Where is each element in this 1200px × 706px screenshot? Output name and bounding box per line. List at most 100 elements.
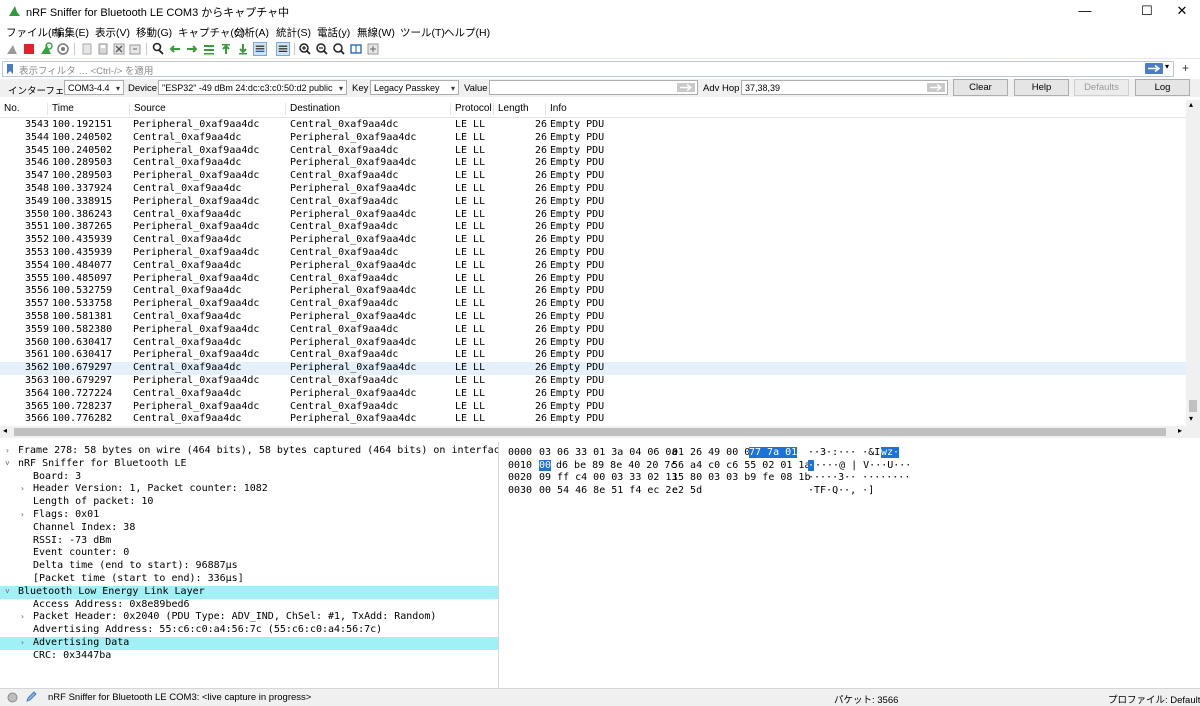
zoom-out-icon[interactable] — [315, 42, 329, 56]
resize-columns-icon[interactable] — [349, 42, 363, 56]
packet-row[interactable]: 3553 100.435939 Peripheral_0xaf9aa4dc Centr… — [0, 247, 1186, 260]
packet-row[interactable]: 3545 100.240502 Peripheral_0xaf9aa4dc Centr… — [0, 145, 1186, 158]
packet-row[interactable]: 3548 100.337924 Central_0xaf9aa4dc Peripher… — [0, 183, 1186, 196]
packet-details-tree[interactable]: › Frame 278: 58 bytes on wire (464 bits),… — [0, 442, 499, 688]
expand-all-icon[interactable] — [366, 42, 380, 56]
zoom-in-icon[interactable] — [298, 42, 312, 56]
adv-hop-input[interactable]: 37,38,39 — [741, 80, 948, 95]
defaults-button[interactable]: Defaults — [1074, 79, 1129, 96]
packet-row[interactable]: 3555 100.485097 Peripheral_0xaf9aa4dc Centr… — [0, 273, 1186, 286]
packet-row[interactable]: 3561 100.630417 Peripheral_0xaf9aa4dc Centr… — [0, 349, 1186, 362]
restart-capture-icon[interactable] — [39, 42, 53, 56]
shark-fin-start-icon[interactable] — [5, 42, 19, 56]
collapse-arrow-icon[interactable]: ˅ — [5, 459, 10, 469]
menu-analyze[interactable]: 分析(A) — [234, 25, 269, 40]
colorize-icon[interactable] — [276, 42, 290, 56]
scroll-down-icon[interactable]: ▾ — [1189, 414, 1193, 423]
detail-tree-item[interactable]: Channel Index: 38 — [0, 522, 498, 535]
go-last-icon[interactable] — [236, 42, 250, 56]
packet-row[interactable]: 3560 100.630417 Central_0xaf9aa4dc Peripher… — [0, 337, 1186, 350]
expand-arrow-icon[interactable]: › — [5, 446, 10, 455]
menu-edit[interactable]: 編集(E) — [54, 25, 89, 40]
interface-select[interactable]: COM3-4.4 ▾ — [64, 80, 124, 95]
display-filter-input[interactable]: 表示フィルタ … <Ctrl-/> を適用 — [19, 63, 153, 77]
packet-row[interactable]: 3549 100.338915 Peripheral_0xaf9aa4dc Centr… — [0, 196, 1186, 209]
packet-row[interactable]: 3566 100.776282 Central_0xaf9aa4dc Peripher… — [0, 413, 1186, 426]
log-button[interactable]: Log — [1135, 79, 1190, 96]
column-header-time[interactable]: Time — [48, 103, 130, 115]
packet-row[interactable]: 3565 100.728237 Peripheral_0xaf9aa4dc Centr… — [0, 401, 1186, 414]
packet-list[interactable]: No. Time Source Destination Protocol Len… — [0, 100, 1186, 426]
detail-tree-item[interactable]: Access Address: 0x8e89bed6 — [0, 599, 498, 612]
expand-arrow-icon[interactable]: › — [20, 638, 25, 647]
column-header-source[interactable]: Source — [130, 103, 286, 115]
scroll-up-icon[interactable]: ▴ — [1189, 100, 1193, 109]
menu-go[interactable]: 移動(G) — [136, 25, 172, 40]
scroll-left-icon[interactable]: ◂ — [3, 426, 7, 435]
expand-arrow-icon[interactable]: › — [20, 510, 25, 519]
go-forward-icon[interactable] — [185, 42, 199, 56]
status-profile[interactable]: プロファイル: Default — [1108, 692, 1200, 706]
detail-tree-item[interactable]: Length of packet: 10 — [0, 496, 498, 509]
go-first-icon[interactable] — [219, 42, 233, 56]
bookmark-icon[interactable] — [6, 64, 14, 74]
apply-arrow-icon[interactable] — [677, 83, 695, 92]
detail-tree-item[interactable]: Board: 3 — [0, 471, 498, 484]
scroll-thumb[interactable] — [1189, 400, 1197, 412]
detail-tree-item[interactable]: ˅ Bluetooth Low Energy Link Layer — [0, 585, 498, 599]
packet-row[interactable]: 3563 100.679297 Peripheral_0xaf9aa4dc Centr… — [0, 375, 1186, 388]
packet-row[interactable]: 3550 100.386243 Central_0xaf9aa4dc Peripher… — [0, 209, 1186, 222]
packet-list-vscrollbar[interactable]: ▴ ▾ — [1186, 100, 1200, 426]
column-header-destination[interactable]: Destination — [286, 103, 451, 115]
column-header-info[interactable]: Info — [546, 103, 1186, 115]
detail-tree-item[interactable]: › Packet Header: 0x2040 (PDU Type: ADV_IN… — [0, 611, 498, 624]
packet-bytes-pane[interactable]: 0000 03 06 33 01 3a 04 06 0a 01 26 49 00 0… — [502, 442, 1200, 688]
detail-tree-item[interactable]: ˅ nRF Sniffer for Bluetooth LE — [0, 458, 498, 471]
detail-tree-item[interactable]: Event counter: 0 — [0, 547, 498, 560]
packet-row[interactable]: 3556 100.532759 Central_0xaf9aa4dc Peripher… — [0, 285, 1186, 298]
clear-button[interactable]: Clear — [953, 79, 1008, 96]
go-to-packet-icon[interactable] — [202, 42, 216, 56]
collapse-arrow-icon[interactable]: ˅ — [5, 587, 10, 597]
packet-row[interactable]: 3557 100.533758 Peripheral_0xaf9aa4dc Centr… — [0, 298, 1186, 311]
menu-view[interactable]: 表示(V) — [95, 25, 130, 40]
expand-arrow-icon[interactable]: › — [20, 484, 25, 493]
menu-telephony[interactable]: 電話(y) — [317, 25, 350, 40]
hscroll-thumb[interactable] — [14, 428, 1166, 436]
device-select[interactable]: "ESP32" -49 dBm 24:dc:c3:c0:50:d2 public… — [158, 80, 347, 95]
packet-row[interactable]: 3551 100.387265 Peripheral_0xaf9aa4dc Centr… — [0, 221, 1186, 234]
menu-help[interactable]: ヘルプ(H) — [444, 25, 490, 40]
add-filter-button-icon[interactable]: + — [1182, 61, 1189, 75]
packet-row[interactable]: 3554 100.484077 Central_0xaf9aa4dc Peripher… — [0, 260, 1186, 273]
detail-tree-item[interactable]: Advertising Address: 55:c6:c0:a4:56:7c (… — [0, 624, 498, 637]
stop-capture-icon[interactable] — [22, 42, 36, 56]
filter-dropdown-chevron-icon[interactable]: ▾ — [1165, 62, 1169, 71]
packet-row[interactable]: 3564 100.727224 Central_0xaf9aa4dc Peripher… — [0, 388, 1186, 401]
column-header-protocol[interactable]: Protocol — [451, 103, 494, 115]
close-button[interactable]: ✕ — [1159, 0, 1200, 22]
detail-tree-item[interactable]: › Frame 278: 58 bytes on wire (464 bits),… — [0, 445, 498, 458]
apply-filter-arrow-icon[interactable] — [1145, 63, 1163, 74]
help-button[interactable]: Help — [1014, 79, 1069, 96]
detail-tree-item[interactable]: CRC: 0x3447ba — [0, 650, 498, 663]
menu-wireless[interactable]: 無線(W) — [357, 25, 395, 40]
apply-arrow-icon[interactable] — [927, 83, 945, 92]
find-packet-icon[interactable] — [151, 42, 165, 56]
packet-row[interactable]: 3543 100.192151 Peripheral_0xaf9aa4dc Centr… — [0, 119, 1186, 132]
packet-row[interactable]: 3559 100.582380 Peripheral_0xaf9aa4dc Centr… — [0, 324, 1186, 337]
autoscroll-icon[interactable] — [253, 42, 267, 56]
packet-list-hscrollbar[interactable]: ◂ ▸ — [0, 426, 1200, 438]
detail-tree-item[interactable]: RSSI: -73 dBm — [0, 535, 498, 548]
detail-tree-item[interactable]: › Header Version: 1, Packet counter: 1082 — [0, 483, 498, 496]
go-back-icon[interactable] — [168, 42, 182, 56]
close-file-icon[interactable] — [112, 42, 126, 56]
column-header-length[interactable]: Length — [494, 103, 546, 115]
packet-row[interactable]: 3544 100.240502 Central_0xaf9aa4dc Peripher… — [0, 132, 1186, 145]
display-filter[interactable]: 表示フィルタ … <Ctrl-/> を適用 ▾ — [2, 61, 1174, 77]
save-file-icon[interactable] — [96, 42, 110, 56]
packet-row[interactable]: 3546 100.289503 Central_0xaf9aa4dc Peripher… — [0, 157, 1186, 170]
open-file-icon[interactable] — [80, 42, 94, 56]
detail-tree-item[interactable]: › Flags: 0x01 — [0, 509, 498, 522]
menu-tools[interactable]: ツール(T) — [400, 25, 445, 40]
packet-row[interactable]: 3558 100.581381 Central_0xaf9aa4dc Peripher… — [0, 311, 1186, 324]
